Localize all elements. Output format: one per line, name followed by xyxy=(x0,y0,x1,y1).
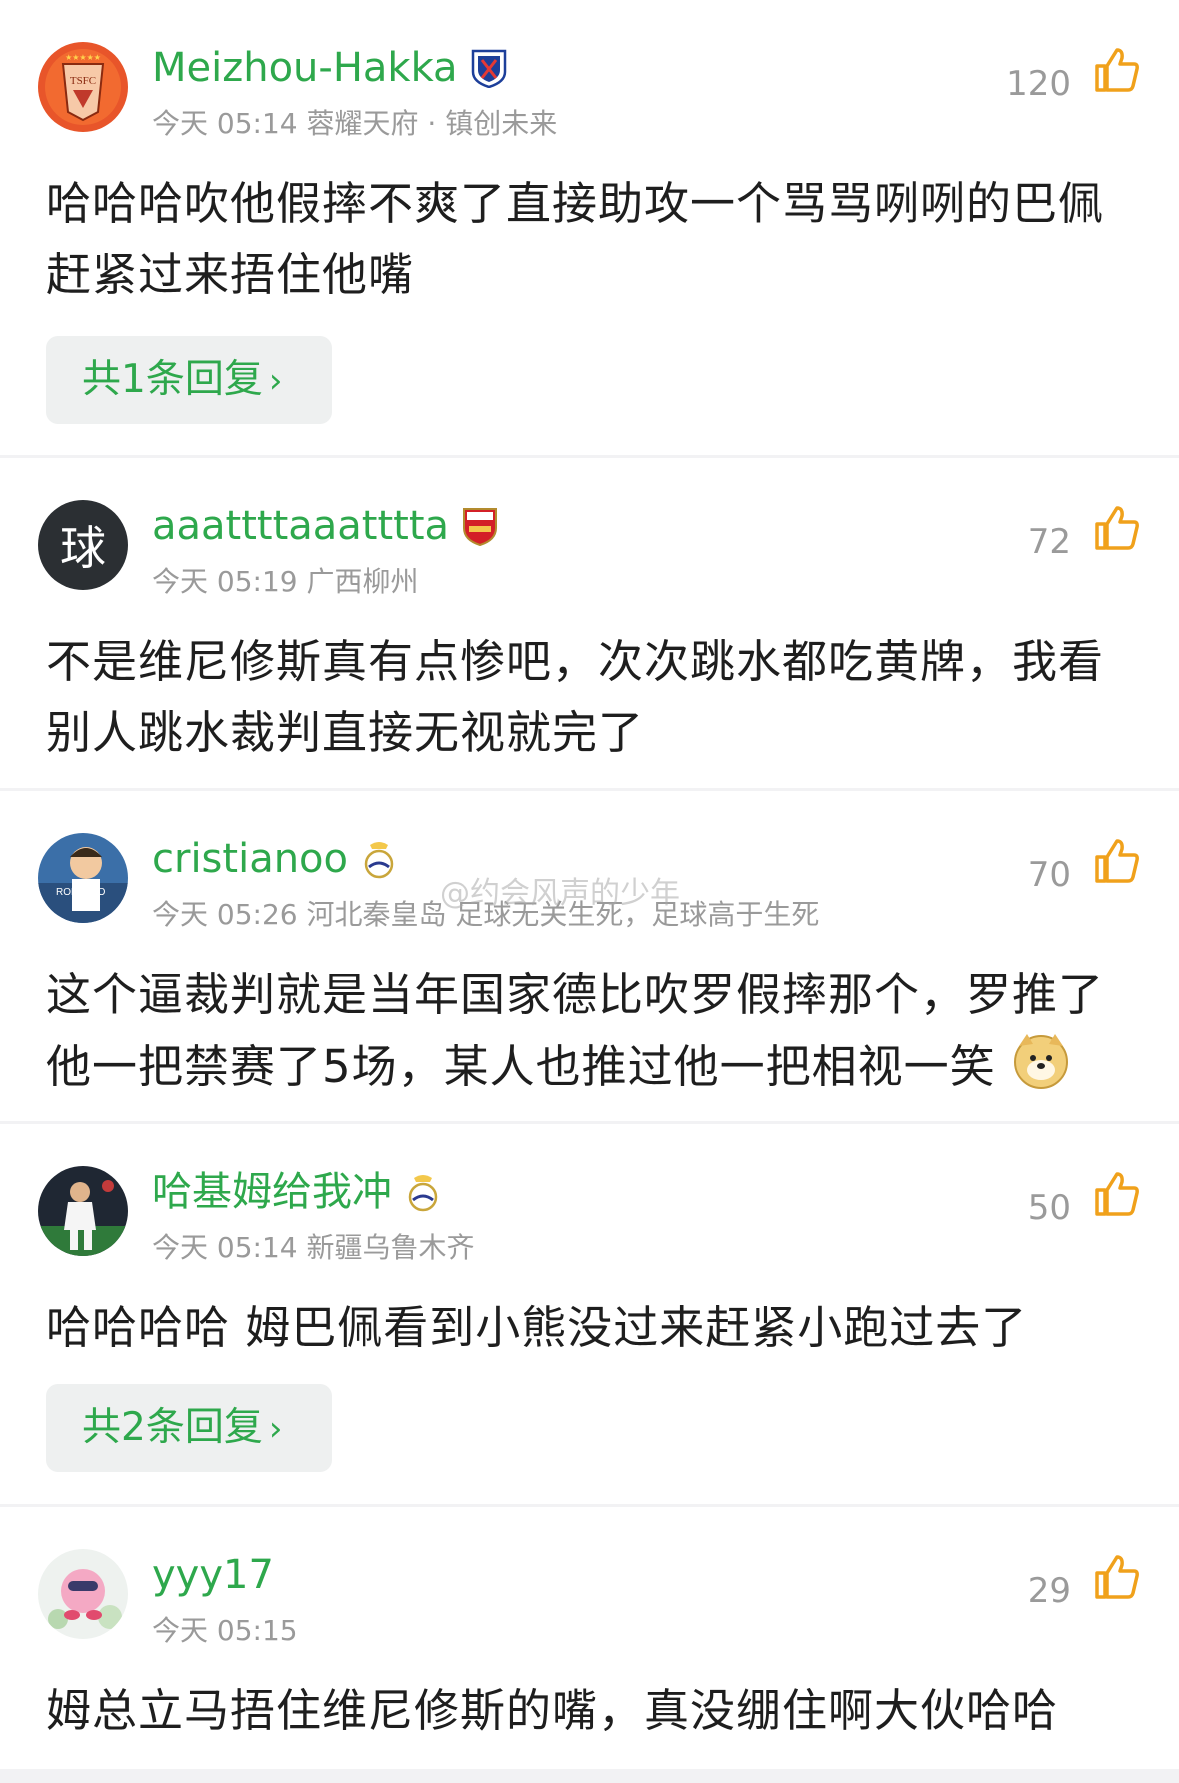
comment-text: 这个逼裁判就是当年国家德比吹罗假摔那个，罗推了他一把禁赛了5场，某人也推过他一把… xyxy=(46,959,1149,1110)
view-replies-button[interactable]: 共2条回复 › xyxy=(46,1384,332,1472)
thumbs-up-icon[interactable] xyxy=(1093,837,1141,885)
comment-location: 蓉耀天府 · 镇创未来 xyxy=(306,107,558,140)
chevron-right-icon: › xyxy=(268,361,283,401)
real-madrid-badge xyxy=(404,1172,442,1212)
like-button[interactable]: 50 xyxy=(1028,1170,1141,1228)
comment-time: 今天 05:15 xyxy=(152,1614,298,1647)
svg-text:★★★★★: ★★★★★ xyxy=(65,53,101,62)
username[interactable]: aaattttaaatttta xyxy=(152,502,449,550)
avatar[interactable] xyxy=(38,1166,128,1256)
thumbs-up-icon[interactable] xyxy=(1093,1553,1141,1601)
like-button[interactable]: 29 xyxy=(1028,1553,1141,1611)
like-count: 120 xyxy=(1006,64,1071,104)
comment-location: 河北秦皇岛 足球无关生死，足球高于生死 xyxy=(306,898,820,931)
like-button[interactable]: 70 xyxy=(1028,837,1141,895)
comment-text: 哈哈哈哈 姆巴佩看到小熊没过来赶紧小跑过去了 xyxy=(46,1301,1028,1354)
comment-item: RONALDO cristianoo 今天 05:26 河北秦皇岛 足球无关生死… xyxy=(0,791,1179,1121)
avatar[interactable] xyxy=(38,1549,128,1639)
replies-label: 共1条回复 xyxy=(82,357,263,402)
comment-meta: 今天 05:15 xyxy=(152,1609,298,1649)
comment-location: 新疆乌鲁木齐 xyxy=(306,1231,475,1264)
comment-location: 广西柳州 xyxy=(306,565,419,598)
comment-time: 今天 05:14 xyxy=(152,107,298,140)
svg-text:TSFC: TSFC xyxy=(70,75,96,87)
comment-text: 不是维尼修斯真有点惨吧，次次跳水都吃黄牌，我看别人跳水裁判直接无视就完了 xyxy=(46,635,1105,759)
replies-label: 共2条回复 xyxy=(82,1405,263,1450)
avatar[interactable]: RONALDO xyxy=(38,833,128,923)
like-button[interactable]: 120 xyxy=(1006,46,1141,104)
comment-time: 今天 05:26 xyxy=(152,898,298,931)
comment-feed: TSFC ★★★★★ Meizhou-Hakka 今天 05:14 蓉耀天府 ·… xyxy=(0,0,1179,1783)
username[interactable]: Meizhou-Hakka xyxy=(152,44,458,92)
view-replies-button[interactable]: 共1条回复 › xyxy=(46,336,332,424)
comment-header: 球 aaattttaaatttta 今天 05:19 广西柳州 72 xyxy=(38,500,1141,600)
thumbs-up-icon[interactable] xyxy=(1093,1170,1141,1218)
comment-item: TSFC ★★★★★ Meizhou-Hakka 今天 05:14 蓉耀天府 ·… xyxy=(0,0,1179,455)
comment-header: 哈基姆给我冲 今天 05:14 新疆乌鲁木齐 50 xyxy=(38,1166,1141,1266)
like-count: 50 xyxy=(1027,1188,1071,1228)
comment-meta: 今天 05:14 新疆乌鲁木齐 xyxy=(152,1226,475,1266)
comment-header: RONALDO cristianoo 今天 05:26 河北秦皇岛 足球无关生死… xyxy=(38,833,1141,933)
comment-meta: 今天 05:14 蓉耀天府 · 镇创未来 xyxy=(152,102,557,142)
thumbs-up-icon[interactable] xyxy=(1093,504,1141,552)
comment-item: 哈基姆给我冲 今天 05:14 新疆乌鲁木齐 50 哈哈哈哈 姆巴佩看到小熊没过… xyxy=(0,1124,1179,1504)
thumbs-up-icon[interactable] xyxy=(1093,46,1141,94)
comment-time: 今天 05:14 xyxy=(152,1231,298,1264)
avatar[interactable]: TSFC ★★★★★ xyxy=(38,42,128,132)
arsenal-club-badge xyxy=(461,506,499,547)
like-count: 29 xyxy=(1027,1571,1071,1611)
comment-text: 姆总立马捂住维尼修斯的嘴，真没绷住啊大伙哈哈 xyxy=(46,1684,1059,1737)
like-count: 72 xyxy=(1027,522,1071,562)
real-madrid-badge xyxy=(360,839,398,879)
comment-item: 球 aaattttaaatttta 今天 05:19 广西柳州 72 不是维尼修… xyxy=(0,458,1179,788)
feed-bottom-divider xyxy=(0,1769,1179,1783)
doge-emoji xyxy=(1011,1030,1071,1110)
comment-header: yyy17 今天 05:15 29 xyxy=(38,1549,1141,1649)
comment-time: 今天 05:19 xyxy=(152,565,298,598)
comment-text: 哈哈哈吹他假摔不爽了直接助攻一个骂骂咧咧的巴佩赶紧过来捂住他嘴 xyxy=(46,177,1105,301)
shenhua-club-badge xyxy=(470,48,508,89)
like-count: 70 xyxy=(1027,855,1071,895)
like-button[interactable]: 72 xyxy=(1028,504,1141,562)
comment-item: yyy17 今天 05:15 29 姆总立马捂住维尼修斯的嘴，真没绷住啊大伙哈哈 xyxy=(0,1507,1179,1769)
username[interactable]: 哈基姆给我冲 xyxy=(152,1168,392,1216)
comment-meta: 今天 05:26 河北秦皇岛 足球无关生死，足球高于生死 xyxy=(152,893,819,933)
comment-meta: 今天 05:19 广西柳州 xyxy=(152,560,419,600)
comment-header: TSFC ★★★★★ Meizhou-Hakka 今天 05:14 蓉耀天府 ·… xyxy=(38,42,1141,142)
chevron-right-icon: › xyxy=(268,1409,283,1449)
svg-text:RONALDO: RONALDO xyxy=(56,887,106,898)
avatar-text: 球 xyxy=(60,521,106,575)
comment-text-body: 这个逼裁判就是当年国家德比吹罗假摔那个，罗推了他一把禁赛了5场，某人也推过他一把… xyxy=(46,968,1105,1093)
username[interactable]: cristianoo xyxy=(152,835,348,883)
avatar[interactable]: 球 xyxy=(38,500,128,590)
username[interactable]: yyy17 xyxy=(152,1551,274,1599)
